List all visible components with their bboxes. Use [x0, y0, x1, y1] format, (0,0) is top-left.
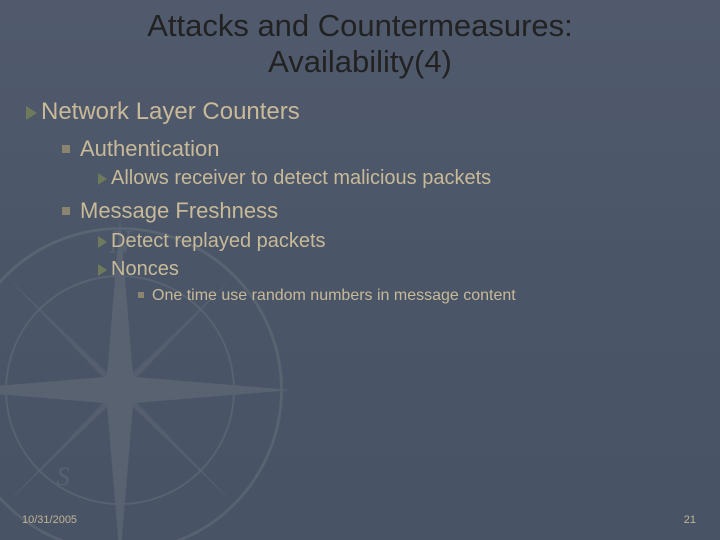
triangle-bullet-icon: [98, 173, 107, 185]
slide-content: Network Layer Counters Authentication Al…: [26, 98, 700, 306]
square-bullet-icon: [62, 145, 70, 153]
slide-title: Attacks and Countermeasures: Availabilit…: [0, 0, 720, 79]
triangle-bullet-icon: [26, 106, 37, 120]
bullet-level-3: Nonces: [98, 257, 700, 282]
bullet-text: Allows receiver to detect malicious pack…: [111, 167, 491, 189]
bullet-text: Network Layer Counters: [41, 98, 300, 125]
triangle-bullet-icon: [98, 236, 107, 248]
bullet-level-3: Allows receiver to detect malicious pack…: [98, 166, 700, 191]
bullet-text: Authentication: [80, 136, 219, 161]
bullet-level-2: Authentication: [62, 135, 700, 163]
title-line-2: Availability(4): [268, 44, 452, 79]
bullet-text: Message Freshness: [80, 198, 278, 223]
bullet-level-3: Detect replayed packets: [98, 229, 700, 254]
square-bullet-icon: [62, 207, 70, 215]
bullet-level-4: One time use random numbers in message c…: [138, 286, 700, 306]
footer-date: 10/31/2005: [22, 514, 77, 526]
slide: N W S Attacks and Countermeasures: Avail…: [0, 0, 720, 540]
bullet-level-2: Message Freshness: [62, 197, 700, 225]
triangle-bullet-icon: [98, 264, 107, 276]
bullet-text: Detect replayed packets: [111, 230, 326, 252]
square-bullet-icon: [138, 292, 144, 298]
footer-page-number: 21: [684, 514, 696, 526]
bullet-level-1: Network Layer Counters: [26, 98, 700, 127]
bullet-text: One time use random numbers in message c…: [152, 287, 516, 304]
bullet-text: Nonces: [111, 258, 179, 280]
title-line-1: Attacks and Countermeasures:: [147, 8, 573, 43]
svg-text:S: S: [56, 461, 69, 491]
